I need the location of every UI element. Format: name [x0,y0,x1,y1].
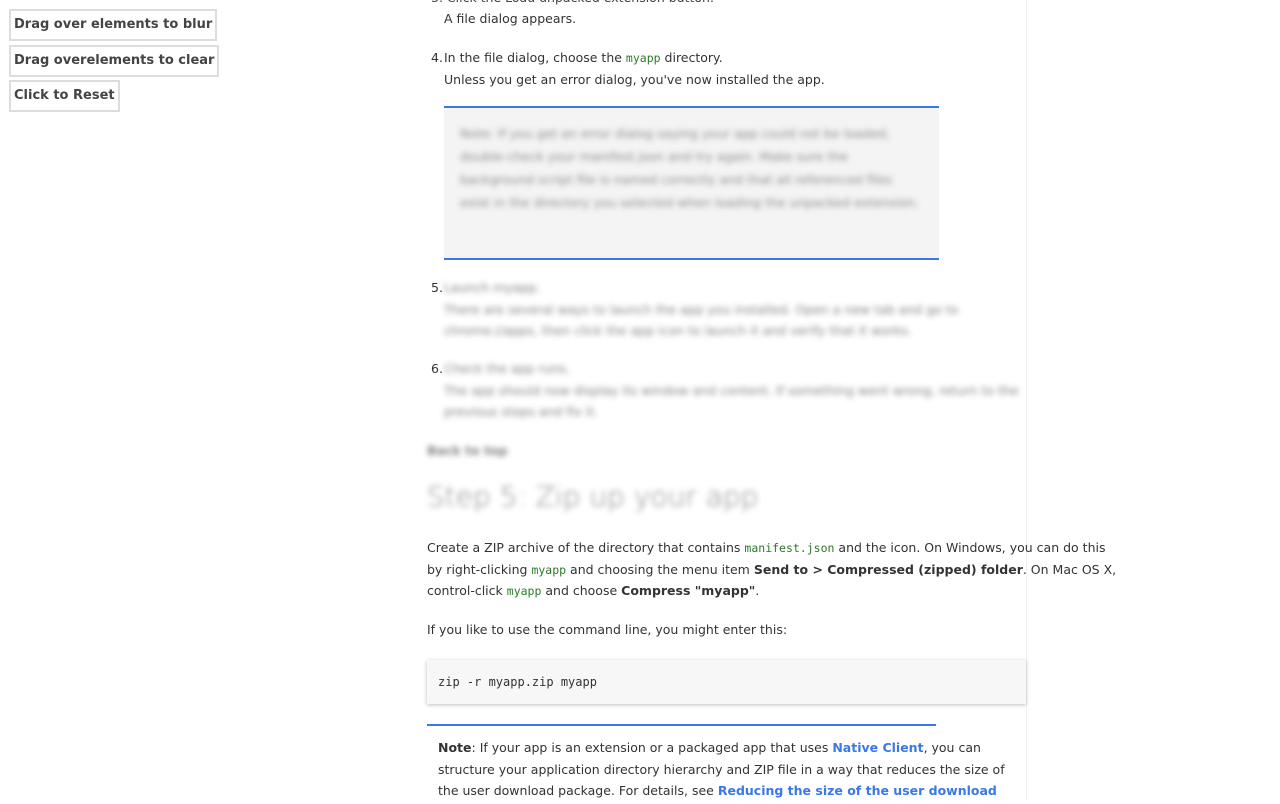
myapp-code: myapp [506,584,542,598]
blurred-note-box: Note: If you get an error dialog saying … [444,106,939,260]
native-client-note: Note: If your app is an extension or a p… [427,724,1005,804]
zip-command-codeblock: zip -r myapp.zip myapp [427,660,1026,704]
zip-text-c3: . [755,583,760,598]
step6-number: 6. [431,361,443,376]
clear-tool-button[interactable]: Drag overelements to clear [9,45,220,77]
myapp-code: myapp [625,51,661,65]
step6-block: Check the app runs. The app should now d… [444,358,1024,423]
zip-text-a1: Create a ZIP archive of the directory th… [427,540,741,555]
manifest-code: manifest.json [744,541,835,555]
zip-text-b2: and choosing the menu item [570,561,750,577]
code-args: myapp.zip myapp [481,675,597,689]
note-text-2: , you can [923,740,981,755]
blur-tool-button[interactable]: Drag over elements to blur [9,9,218,41]
zip-line-1: Create a ZIP archive of the directory th… [427,537,1105,559]
zip-text-b3: . On Mac OS X, [1022,561,1117,577]
step5-block: Launch myapp. There are several ways to … [444,277,1024,342]
zip-line-3: control-click myapp and choose Compress … [427,580,1027,602]
section-heading: Step 5: Zip up your app [427,480,759,513]
code-flag: -r [466,675,482,689]
doc-content: 3. Click the Load unpacked extension but… [427,0,1116,804]
compress-menu-text: Compress "myapp" [621,583,756,598]
code-zip: zip [438,675,467,689]
command-line-intro: If you like to use the command line, you… [427,622,788,637]
step6-title: Check the app runs. [444,361,570,376]
step5-text: There are several ways to launch the app… [444,301,959,339]
myapp-code: myapp [531,562,567,577]
step4-post: directory. [664,50,723,65]
step4-number: 4. [431,50,443,65]
step4-pre: In the file dialog, choose the [444,50,622,65]
back-to-top-link[interactable]: Back to top [427,440,507,462]
note-text-1: : If your app is an extension or a packa… [471,740,829,755]
zip-text-c2: and choose [545,583,618,598]
note-line-3: the user download package. For details, … [438,780,997,802]
zip-paragraph: Create a ZIP archive of the directory th… [427,537,1116,602]
zip-text-c1: control-click [427,583,503,598]
step4-line2: Unless you get an error dialog, you've n… [444,72,825,87]
note-line-2: structure your application directory hie… [438,761,1005,777]
note-label: Note [438,740,472,755]
dialog-appears-text: A file dialog appears. [444,11,577,26]
step6-text: The app should now display its window an… [444,382,1019,420]
zip-text-a2: and the icon. On Windows, you can do thi… [838,540,1106,555]
reducing-size-link[interactable]: Reducing the size of the user download [718,783,997,798]
step4-line1: In the file dialog, choose the myapp dir… [444,47,723,70]
note-line-1: Note: If your app is an extension or a p… [438,737,981,759]
zip-line-2: by right-clicking myapp and choosing the… [427,559,1116,581]
step5-title: Launch myapp. [444,280,541,295]
native-client-link[interactable]: Native Client [832,740,923,755]
step5-number: 5. [431,280,443,295]
blurred-note-text: Note: If you get an error dialog saying … [460,126,920,210]
send-to-menu-text: Send to > Compressed (zipped) folder [753,561,1023,577]
zip-text-b1: by right-clicking [427,561,528,577]
note-text-3: the user download package. For details, … [438,783,714,798]
reset-button[interactable]: Click to Reset [9,80,120,112]
